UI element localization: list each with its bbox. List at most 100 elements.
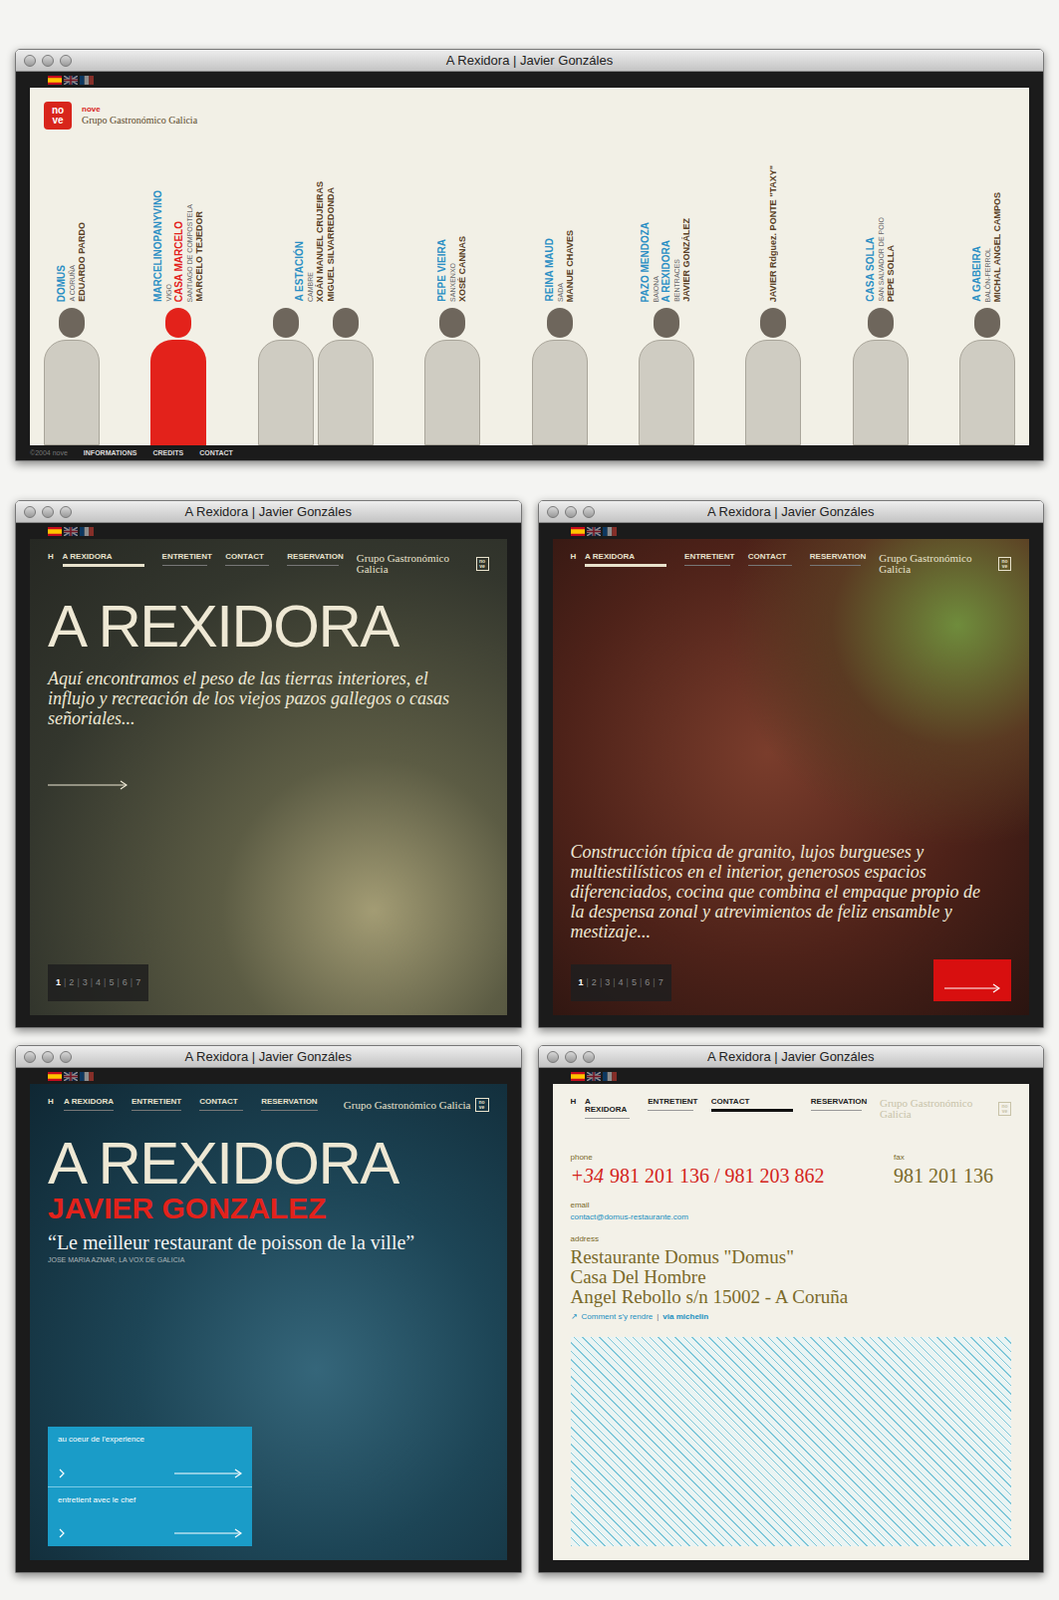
nav-item[interactable]: A REXIDORA bbox=[584, 1097, 638, 1119]
chef-column[interactable]: JAVIER Rdguez. PONTE "TAXY" bbox=[745, 165, 801, 446]
restaurant-name[interactable]: REINA MAUD bbox=[544, 238, 555, 302]
page-link[interactable]: 4 bbox=[95, 978, 101, 988]
france-flag-icon[interactable] bbox=[602, 1071, 617, 1081]
group-badge[interactable]: nove bbox=[998, 1101, 1012, 1116]
group-badge[interactable]: nove bbox=[998, 556, 1012, 571]
page-link[interactable]: 1 bbox=[55, 978, 61, 988]
uk-flag-icon[interactable] bbox=[63, 75, 78, 85]
chef-photo[interactable] bbox=[150, 307, 207, 446]
chef-photo[interactable] bbox=[531, 307, 588, 446]
nove-logo[interactable]: nove bbox=[43, 101, 72, 130]
nav-item[interactable]: RESERVATION bbox=[261, 1097, 325, 1111]
nav-item[interactable]: CONTACT bbox=[199, 1097, 252, 1111]
email-link[interactable]: contact@domus-restaurante.com bbox=[570, 1213, 1013, 1222]
next-button[interactable] bbox=[933, 959, 1012, 1002]
page-link[interactable]: 6 bbox=[122, 978, 128, 988]
window-control-button[interactable] bbox=[582, 1051, 595, 1063]
chef-column[interactable]: PAZO MENDOZABAIONAA REXIDORABENTRACESJAV… bbox=[638, 218, 695, 446]
window-control-button[interactable] bbox=[564, 1051, 577, 1063]
window-control-button[interactable] bbox=[59, 54, 72, 67]
chef-column[interactable]: REINA MAUDSADAMANUE CHAVES bbox=[531, 230, 588, 446]
page-link[interactable]: 4 bbox=[618, 978, 624, 988]
window-control-button[interactable] bbox=[564, 506, 577, 519]
chef-column[interactable]: CASA SOLLASAN SALVADOR DE POIOPEPE SOLLA bbox=[852, 217, 909, 446]
spain-flag-icon[interactable] bbox=[47, 527, 62, 536]
chef-column[interactable]: DOMUSA CORUÑAEDUARDO PARDO bbox=[43, 222, 100, 446]
window-control-button[interactable] bbox=[23, 1051, 36, 1063]
window-control-button[interactable] bbox=[41, 54, 54, 67]
home-link[interactable]: H bbox=[570, 1097, 586, 1106]
map-area[interactable] bbox=[570, 1336, 1013, 1547]
window-control-button[interactable] bbox=[546, 1051, 559, 1063]
page-link[interactable]: 5 bbox=[108, 978, 114, 988]
restaurant-name[interactable]: CASA MARCELO bbox=[174, 221, 185, 302]
group-badge[interactable]: nove bbox=[476, 556, 490, 571]
nav-item[interactable]: ENTRETIENT bbox=[684, 552, 739, 566]
home-link[interactable]: H bbox=[47, 552, 63, 561]
directions-link[interactable]: Comment s'y rendre bbox=[581, 1313, 654, 1322]
page-link[interactable]: 7 bbox=[135, 978, 141, 988]
window-control-button[interactable] bbox=[41, 506, 54, 519]
page-link[interactable]: 1 bbox=[578, 978, 584, 988]
nav-item[interactable]: ENTRETIENT bbox=[131, 1097, 190, 1111]
page-link[interactable]: 5 bbox=[631, 978, 637, 988]
chef-photo[interactable] bbox=[43, 307, 100, 446]
france-flag-icon[interactable] bbox=[79, 527, 94, 536]
page-link[interactable]: 2 bbox=[68, 978, 74, 988]
nav-item[interactable]: CONTACT bbox=[711, 1097, 801, 1112]
window-control-button[interactable] bbox=[59, 1051, 72, 1063]
restaurant-name[interactable]: MARCELINOPANYVINO bbox=[153, 190, 164, 302]
chef-photo[interactable] bbox=[424, 307, 481, 446]
uk-flag-icon[interactable] bbox=[63, 527, 78, 536]
uk-flag-icon[interactable] bbox=[63, 1071, 78, 1081]
next-arrow[interactable] bbox=[47, 780, 490, 791]
spain-flag-icon[interactable] bbox=[570, 1071, 585, 1081]
restaurant-name[interactable]: DOMUS bbox=[56, 264, 67, 302]
page-link[interactable]: 2 bbox=[591, 978, 597, 988]
chef-photo[interactable] bbox=[258, 307, 314, 446]
group-badge[interactable]: nove bbox=[475, 1097, 490, 1112]
uk-flag-icon[interactable] bbox=[586, 527, 601, 536]
chef-link[interactable]: au coeur de l'experience bbox=[47, 1426, 253, 1487]
footer-link[interactable]: CREDITS bbox=[152, 449, 184, 457]
restaurant-name[interactable]: A ESTACIÓN bbox=[294, 241, 305, 302]
footer-link[interactable]: INFORMATIONS bbox=[83, 449, 138, 457]
chef-column[interactable]: A ESTACIÓNCAMBREXOÁN MANUEL CRUJEIRASMIG… bbox=[258, 181, 374, 446]
chef-photo[interactable] bbox=[317, 307, 374, 446]
page-link[interactable]: 7 bbox=[658, 978, 664, 988]
window-control-button[interactable] bbox=[59, 506, 72, 519]
nav-item[interactable]: A REXIDORA bbox=[62, 552, 153, 567]
restaurant-name[interactable]: CASA SOLLA bbox=[865, 237, 876, 302]
home-link[interactable]: H bbox=[47, 1097, 64, 1106]
nav-item[interactable]: RESERVATION bbox=[286, 552, 346, 566]
page-link[interactable]: 3 bbox=[604, 978, 610, 988]
restaurant-name[interactable]: PEPE VIEIRA bbox=[437, 239, 448, 302]
nav-item[interactable]: CONTACT bbox=[748, 552, 800, 566]
footer-link[interactable]: CONTACT bbox=[199, 449, 234, 457]
spain-flag-icon[interactable] bbox=[47, 75, 62, 85]
page-link[interactable]: 3 bbox=[82, 978, 88, 988]
france-flag-icon[interactable] bbox=[79, 75, 94, 85]
france-flag-icon[interactable] bbox=[602, 527, 617, 536]
nav-item[interactable]: ENTRETIENT bbox=[162, 552, 217, 566]
spain-flag-icon[interactable] bbox=[570, 527, 585, 536]
nav-item[interactable]: RESERVATION bbox=[810, 1097, 870, 1111]
restaurant-name[interactable]: PAZO MENDOZA bbox=[640, 222, 651, 302]
uk-flag-icon[interactable] bbox=[586, 1071, 601, 1081]
home-link[interactable]: H bbox=[570, 552, 586, 561]
chef-photo[interactable] bbox=[745, 307, 801, 446]
nav-item[interactable]: ENTRETIENT bbox=[647, 1097, 702, 1111]
chef-column[interactable]: PEPE VIEIRASANXENXOXOSÉ CANNAS bbox=[424, 236, 481, 446]
window-control-button[interactable] bbox=[582, 506, 595, 519]
window-control-button[interactable] bbox=[23, 506, 36, 519]
nav-item[interactable]: A REXIDORA bbox=[584, 552, 675, 567]
chef-column[interactable]: A GABEIRABALÓN-FERROLMICHAL ANGEL CAMPOS bbox=[959, 192, 1016, 446]
chef-photo[interactable] bbox=[959, 307, 1016, 446]
chef-link[interactable]: entretient avec le chef bbox=[47, 1486, 253, 1547]
france-flag-icon[interactable] bbox=[79, 1071, 94, 1081]
chef-photo[interactable] bbox=[852, 307, 909, 446]
nav-item[interactable]: RESERVATION bbox=[809, 552, 869, 566]
window-control-button[interactable] bbox=[23, 54, 36, 67]
restaurant-name[interactable]: A REXIDORA bbox=[661, 240, 672, 302]
window-control-button[interactable] bbox=[546, 506, 559, 519]
